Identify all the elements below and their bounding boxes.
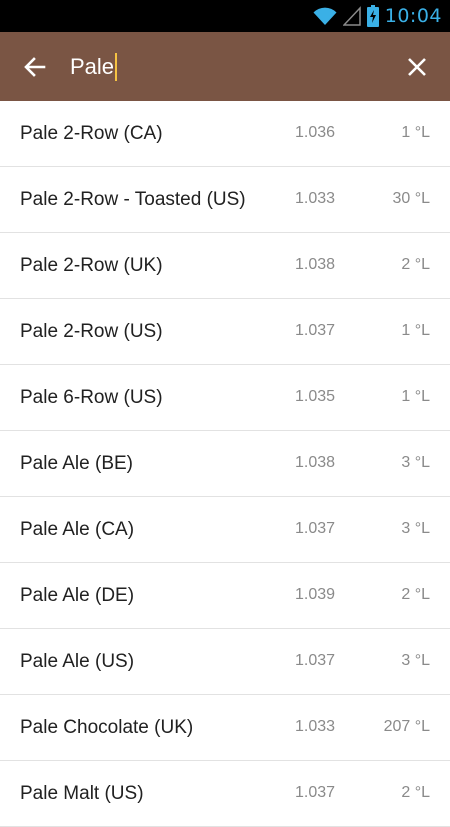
item-gravity: 1.033 (295, 718, 336, 735)
item-color: 3 °L (401, 454, 430, 471)
item-gravity: 1.039 (295, 586, 336, 603)
item-color: 1 °L (401, 388, 430, 405)
wifi-icon (313, 7, 337, 25)
list-item[interactable]: Pale 2-Row - Toasted (US) 1.033 30 °L (0, 167, 450, 233)
item-gravity: 1.038 (295, 256, 336, 273)
item-name: Pale Ale (CA) (20, 519, 135, 540)
text-cursor (115, 53, 118, 81)
item-gravity: 1.037 (295, 520, 336, 537)
item-name: Pale Ale (DE) (20, 585, 135, 606)
list-item[interactable]: Pale 2-Row (CA) 1.036 1 °L (0, 101, 450, 167)
clear-search-button[interactable] (400, 50, 434, 84)
list-item[interactable]: Pale Chocolate (UK) 1.033 207 °L (0, 695, 450, 761)
item-color: 3 °L (401, 652, 430, 669)
battery-charging-icon (366, 5, 379, 27)
status-time: 10:04 (384, 5, 442, 27)
item-name: Pale Ale (BE) (20, 453, 133, 474)
search-query[interactable]: Pale (70, 54, 114, 80)
arrow-back-icon (24, 57, 46, 77)
search-toolbar: Pale (0, 32, 450, 101)
item-color: 1 °L (401, 322, 430, 339)
list-item[interactable]: Pale 2-Row (UK) 1.038 2 °L (0, 233, 450, 299)
item-name: Pale 2-Row (US) (20, 321, 163, 342)
item-color: 1 °L (401, 124, 430, 141)
list-item[interactable]: Pale Ale (US) 1.037 3 °L (0, 629, 450, 695)
item-gravity: 1.038 (295, 454, 336, 471)
list-item[interactable]: Pale Ale (CA) 1.037 3 °L (0, 497, 450, 563)
close-icon (408, 58, 426, 76)
item-name: Pale 2-Row - Toasted (US) (20, 189, 246, 210)
item-color: 2 °L (401, 784, 430, 801)
item-name: Pale 6-Row (US) (20, 387, 163, 408)
item-name: Pale Chocolate (UK) (20, 717, 194, 738)
status-icons: 10:04 (313, 4, 442, 28)
item-gravity: 1.037 (295, 322, 336, 339)
list-item[interactable]: Pale Malt (US) 1.037 2 °L (0, 761, 450, 827)
item-gravity: 1.037 (295, 784, 336, 801)
search-input[interactable]: Pale (70, 51, 118, 83)
item-color: 207 °L (383, 718, 430, 735)
status-bar: 10:04 (0, 0, 450, 32)
item-gravity: 1.037 (295, 652, 336, 669)
item-gravity: 1.033 (295, 190, 336, 207)
item-color: 2 °L (401, 586, 430, 603)
list-item[interactable]: Pale Ale (BE) 1.038 3 °L (0, 431, 450, 497)
list-item[interactable]: Pale Ale (DE) 1.039 2 °L (0, 563, 450, 629)
item-name: Pale 2-Row (UK) (20, 255, 163, 276)
item-color: 3 °L (401, 520, 430, 537)
signal-icon (342, 6, 361, 26)
item-color: 2 °L (401, 256, 430, 273)
item-name: Pale Ale (US) (20, 651, 135, 672)
item-gravity: 1.035 (295, 388, 336, 405)
item-gravity: 1.036 (295, 124, 336, 141)
item-name: Pale 2-Row (CA) (20, 123, 163, 144)
back-button[interactable] (18, 50, 52, 84)
item-color: 30 °L (392, 190, 430, 207)
list-item[interactable]: Pale 2-Row (US) 1.037 1 °L (0, 299, 450, 365)
list-item[interactable]: Pale 6-Row (US) 1.035 1 °L (0, 365, 450, 431)
results-list: Pale 2-Row (CA) 1.036 1 °L Pale 2-Row - … (0, 101, 450, 827)
item-name: Pale Malt (US) (20, 783, 144, 804)
